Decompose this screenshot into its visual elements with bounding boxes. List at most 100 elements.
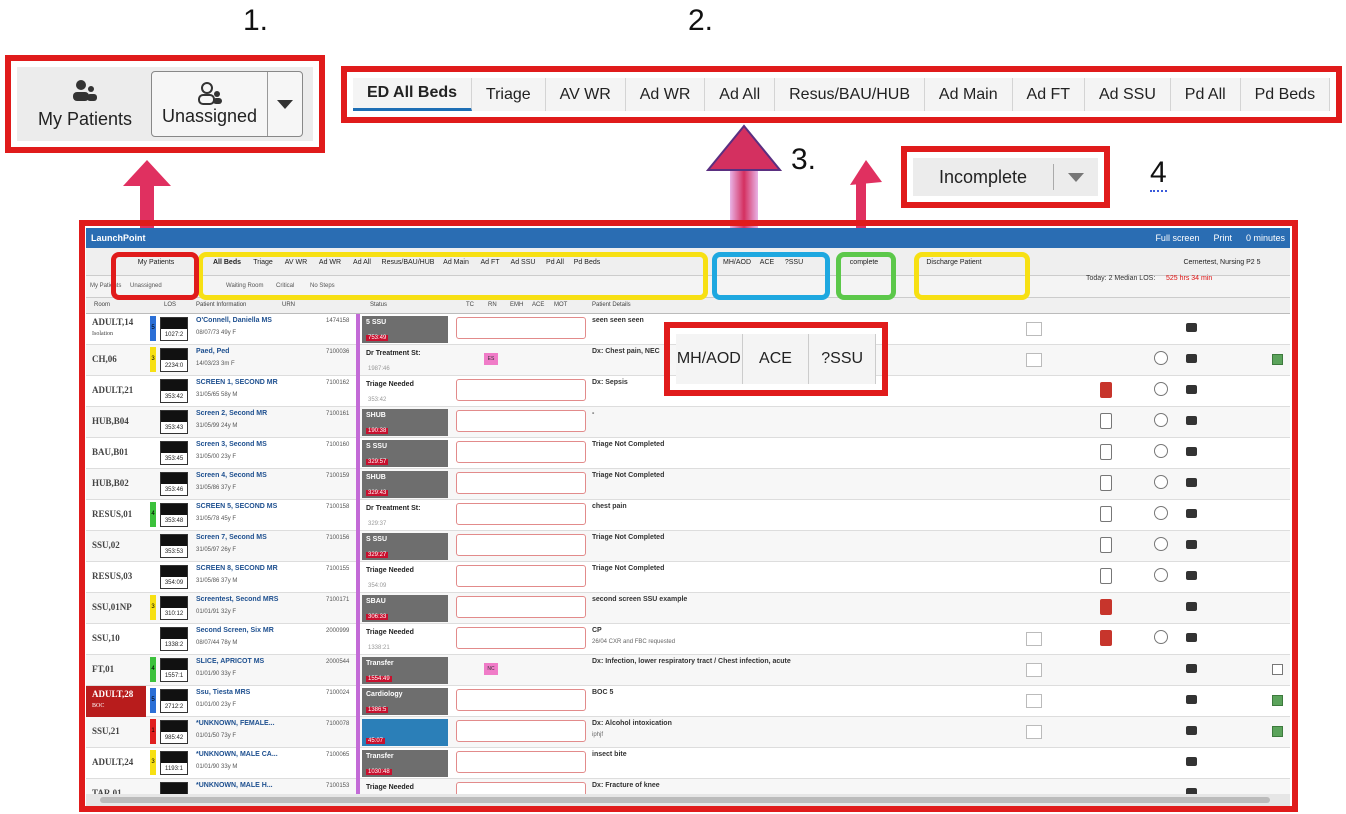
col-room[interactable]: Room: [94, 302, 110, 308]
col-patient-details[interactable]: Patient Details: [592, 302, 631, 308]
status-cell[interactable]: SBAU 306:33: [362, 595, 448, 622]
col-mot[interactable]: MOT: [554, 302, 567, 308]
table-row[interactable]: HUB,B04 353:43 Screen 2, Second MR 31/05/99…: [86, 407, 1290, 438]
print-button[interactable]: Print: [1213, 233, 1232, 243]
table-row[interactable]: SSU,02 353:53 Screen 7, Second MS 31/05/97 …: [86, 531, 1290, 562]
team-care-box[interactable]: [456, 472, 586, 494]
briefcase-icon[interactable]: [1186, 602, 1197, 611]
tab-specialty-1[interactable]: ACE: [743, 334, 810, 384]
team-care-box[interactable]: [456, 441, 586, 463]
patient-name[interactable]: SLICE, APRICOT MS: [196, 658, 264, 665]
table-row[interactable]: SSU,01NP 3 310:12 Screentest, Second MRS 01/…: [86, 593, 1290, 624]
radiation-icon[interactable]: [1154, 413, 1168, 427]
patient-name[interactable]: Screen 2, Second MR: [196, 410, 267, 417]
info-icon[interactable]: [1100, 413, 1112, 429]
col-rn[interactable]: RN: [488, 302, 497, 308]
patient-name[interactable]: SCREEN 8, SECOND MR: [196, 565, 278, 572]
table-row[interactable]: HUB,B02 353:46 Screen 4, Second MS 31/05/86…: [86, 469, 1290, 500]
briefcase-icon[interactable]: [1186, 726, 1197, 735]
refresh-timer[interactable]: 0 minutes: [1246, 233, 1285, 243]
radiation-icon[interactable]: [1154, 351, 1168, 365]
patient-name[interactable]: Second Screen, Six MR: [196, 627, 274, 634]
status-cell[interactable]: Dr Treatment St: 329:37: [362, 502, 448, 529]
team-care-box[interactable]: [456, 410, 586, 432]
fullscreen-button[interactable]: Full screen: [1155, 233, 1199, 243]
patient-name[interactable]: SCREEN 5, SECOND MS: [196, 503, 277, 510]
team-care-box[interactable]: [456, 379, 586, 401]
briefcase-icon[interactable]: [1186, 323, 1197, 332]
team-care-box[interactable]: [456, 534, 586, 556]
radiation-icon[interactable]: [1154, 475, 1168, 489]
checkbox[interactable]: [1272, 726, 1283, 737]
team-care-box[interactable]: [456, 596, 586, 618]
patient-name[interactable]: *UNKNOWN, MALE CA...: [196, 751, 278, 758]
briefcase-icon[interactable]: [1186, 757, 1197, 766]
count-box[interactable]: [1026, 725, 1042, 739]
briefcase-icon[interactable]: [1186, 385, 1197, 394]
briefcase-icon[interactable]: [1186, 509, 1197, 518]
briefcase-icon[interactable]: [1186, 695, 1197, 704]
table-row[interactable]: ADULT,24 3 1193:1 *UNKNOWN, MALE CA... 01/01…: [86, 748, 1290, 779]
info-icon[interactable]: [1100, 382, 1112, 398]
count-box[interactable]: [1026, 322, 1042, 336]
briefcase-icon[interactable]: [1186, 354, 1197, 363]
col-los[interactable]: LOS: [164, 302, 176, 308]
briefcase-icon[interactable]: [1186, 540, 1197, 549]
table-row[interactable]: ADULT,28 BOC 5 2712:2 Ssu, Tiesta MRS 01/01/0…: [86, 686, 1290, 717]
radiation-icon[interactable]: [1154, 506, 1168, 520]
checkbox[interactable]: [1272, 695, 1283, 706]
briefcase-icon[interactable]: [1186, 571, 1197, 580]
col-tc[interactable]: TC: [466, 302, 474, 308]
patient-name[interactable]: Screen 3, Second MS: [196, 441, 267, 448]
info-icon[interactable]: [1100, 537, 1112, 553]
patient-name[interactable]: Paed, Ped: [196, 348, 229, 355]
patient-name[interactable]: Screen 7, Second MS: [196, 534, 267, 541]
status-cell[interactable]: Transfer 1554:49: [362, 657, 448, 684]
team-care-box[interactable]: [456, 503, 586, 525]
patient-name[interactable]: Screen 4, Second MS: [196, 472, 267, 479]
radiation-icon[interactable]: [1154, 630, 1168, 644]
status-cell[interactable]: SHUB 329:43: [362, 471, 448, 498]
patient-name[interactable]: O'Connell, Daniella MS: [196, 317, 272, 324]
status-cell[interactable]: S SSU 329:27: [362, 533, 448, 560]
count-box[interactable]: [1026, 663, 1042, 677]
info-icon[interactable]: [1100, 568, 1112, 584]
tab-specialty-2[interactable]: ?SSU: [809, 334, 877, 384]
patient-name[interactable]: *UNKNOWN, FEMALE...: [196, 720, 275, 727]
status-cell[interactable]: Dr Treatment St: 1987:46: [362, 347, 448, 374]
patient-name[interactable]: Screentest, Second MRS: [196, 596, 278, 603]
checkbox[interactable]: [1272, 664, 1283, 675]
team-care-box[interactable]: [456, 565, 586, 587]
team-care-box[interactable]: [456, 317, 586, 339]
radiation-icon[interactable]: [1154, 537, 1168, 551]
info-icon[interactable]: [1100, 444, 1112, 460]
patient-name[interactable]: *UNKNOWN, MALE H...: [196, 782, 273, 789]
table-row[interactable]: FT,01 4 1557:1 SLICE, APRICOT MS 01/01/90 33…: [86, 655, 1290, 686]
radiation-icon[interactable]: [1154, 382, 1168, 396]
patient-name[interactable]: SCREEN 1, SECOND MR: [196, 379, 278, 386]
horizontal-scrollbar[interactable]: [86, 794, 1290, 806]
table-row[interactable]: SSU,10 1338:2 Second Screen, Six MR 08/07/4…: [86, 624, 1290, 655]
info-icon[interactable]: [1100, 630, 1112, 646]
col-ace[interactable]: ACE: [532, 302, 544, 308]
tab-specialty-0[interactable]: MH/AOD: [676, 334, 743, 384]
team-care-box[interactable]: [456, 689, 586, 711]
status-cell[interactable]: 5 SSU 753:49: [362, 316, 448, 343]
col-status[interactable]: Status: [370, 302, 387, 308]
team-care-box[interactable]: [456, 720, 586, 742]
count-box[interactable]: [1026, 632, 1042, 646]
table-row[interactable]: RESUS,03 354:09 SCREEN 8, SECOND MR 31/05/8…: [86, 562, 1290, 593]
team-care-box[interactable]: [456, 751, 586, 773]
col-patient-info[interactable]: Patient Information: [196, 302, 246, 308]
briefcase-icon[interactable]: [1186, 416, 1197, 425]
status-cell[interactable]: Triage Needed 1338:21: [362, 626, 448, 653]
col-urn[interactable]: URN: [282, 302, 295, 308]
info-icon[interactable]: [1100, 475, 1112, 491]
briefcase-icon[interactable]: [1186, 478, 1197, 487]
radiation-icon[interactable]: [1154, 444, 1168, 458]
patient-name[interactable]: Ssu, Tiesta MRS: [196, 689, 250, 696]
col-emh[interactable]: EMH: [510, 302, 523, 308]
team-care-box[interactable]: [456, 627, 586, 649]
status-cell[interactable]: Triage Needed 354:09: [362, 564, 448, 591]
info-icon[interactable]: [1100, 599, 1112, 615]
